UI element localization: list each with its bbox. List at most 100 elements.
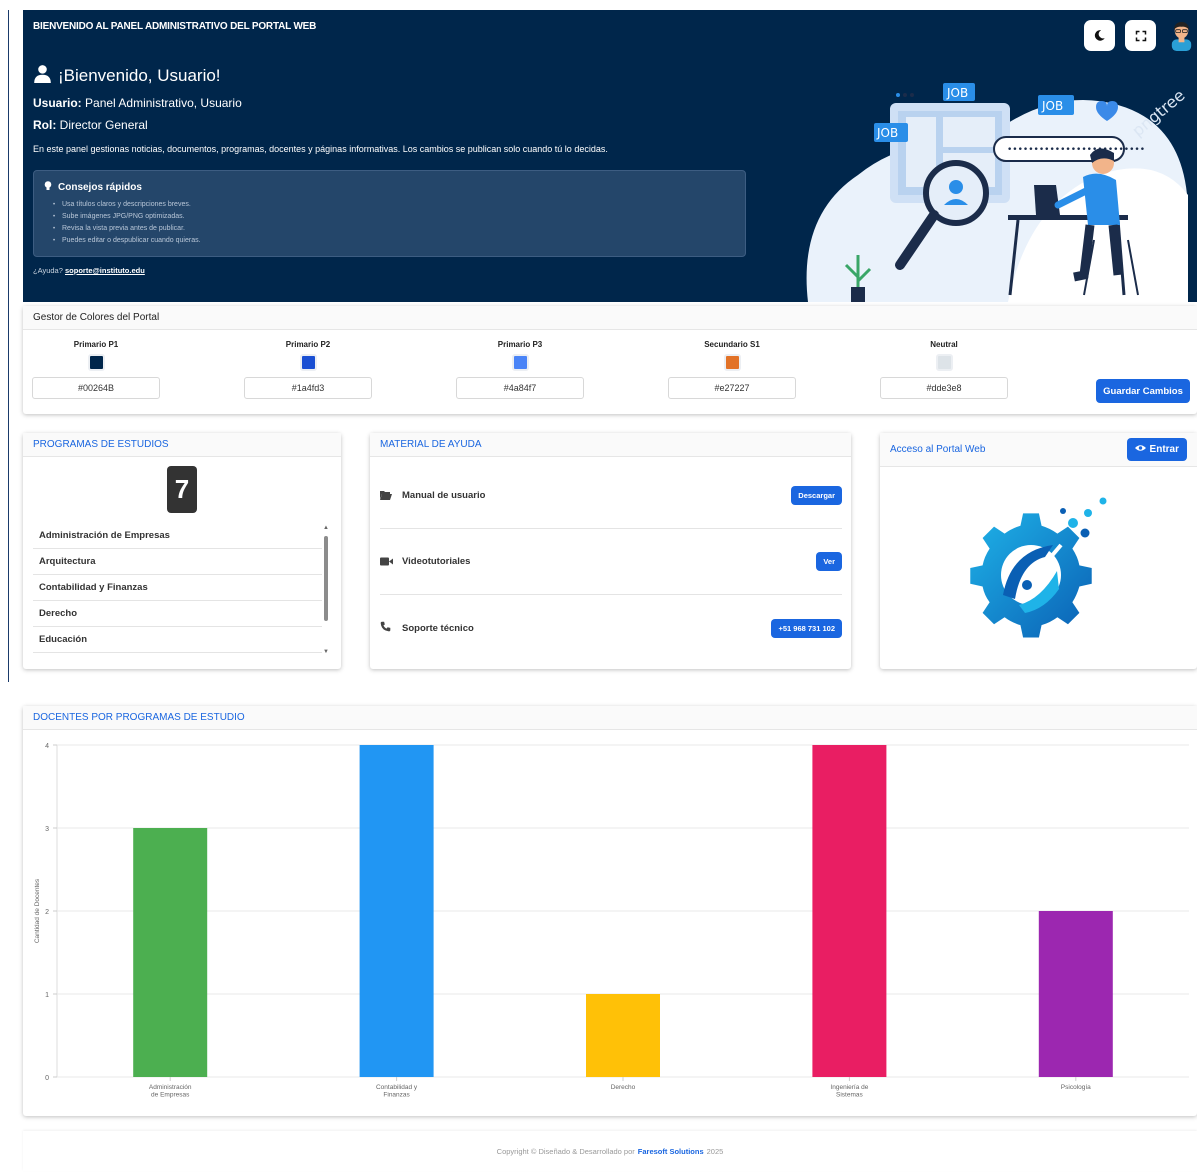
user-avatar[interactable]	[1166, 20, 1197, 51]
x-tick-label: Administración	[149, 1084, 192, 1091]
copyright-text: Copyright © Diseñado & Desarrollado por	[496, 1146, 635, 1156]
list-item[interactable]: Contabilidad y Finanzas	[33, 575, 322, 601]
fullscreen-icon[interactable]	[1125, 20, 1156, 51]
y-tick-label: 0	[45, 1075, 49, 1082]
programs-scrollbar[interactable]: ▲ ▼	[323, 525, 329, 655]
swatch-primary-p1: Primario P1 #00264B	[32, 340, 160, 399]
teachers-chart-card: DOCENTES POR PROGRAMAS DE ESTUDIO 0 1 2 3 4 C…	[23, 706, 1197, 1116]
chart-bar	[133, 828, 208, 1077]
x-tick-label: Sistemas	[836, 1092, 863, 1099]
swatch-label: Neutral	[930, 340, 958, 349]
lightbulb-icon	[44, 181, 52, 194]
color-picker[interactable]	[935, 354, 953, 371]
list-item[interactable]: Arquitectura	[33, 549, 322, 575]
list-item[interactable]: Derecho	[33, 601, 322, 627]
y-tick-label: 2	[45, 909, 49, 916]
chart-bar	[359, 745, 434, 1077]
scroll-down-icon[interactable]: ▼	[323, 649, 329, 655]
teachers-bar-chart: 0 1 2 3 4 Cantidad de Docentes Administraciónd…	[34, 743, 1189, 1099]
material-row-support: Soporte técnico +51 968 731 102	[380, 595, 842, 661]
programs-card: PROGRAMAS DE ESTUDIOS 7 Administración d…	[23, 433, 341, 669]
portal-access-card: Acceso al Portal Web Entrar	[880, 433, 1197, 669]
scroll-up-icon[interactable]: ▲	[323, 525, 329, 531]
hex-input[interactable]: #4a84f7	[456, 377, 584, 399]
list-item[interactable]: Administración de Empresas	[33, 523, 322, 549]
job-tag: JOB	[1041, 99, 1063, 113]
help-material-card: MATERIAL DE AYUDA Manual de usuario Desc…	[370, 433, 851, 669]
save-changes-button[interactable]: Guardar Cambios	[1096, 379, 1190, 403]
y-tick-label: 3	[45, 826, 49, 833]
user-label: Usuario:	[33, 96, 82, 110]
programs-count-badge: 7	[167, 466, 197, 513]
scroll-thumb[interactable]	[324, 536, 328, 621]
folder-open-icon	[380, 489, 402, 503]
hex-input[interactable]: #1a4fd3	[244, 377, 372, 399]
hex-input[interactable]: #dde3e8	[880, 377, 1008, 399]
list-item[interactable]: Educación	[33, 627, 322, 653]
view-button[interactable]: Ver	[816, 552, 842, 571]
x-tick-label: de Empresas	[151, 1092, 190, 1099]
copyright-year: 2025	[706, 1146, 724, 1156]
y-tick-label: 1	[45, 992, 49, 999]
programs-title: PROGRAMAS DE ESTUDIOS	[23, 433, 341, 457]
welcome-text: ¡Bienvenido, Usuario!	[58, 66, 221, 85]
swatch-primary-p3: Primario P3 #4a84f7	[456, 340, 584, 399]
chart-title: DOCENTES POR PROGRAMAS DE ESTUDIO	[23, 706, 1197, 730]
role-label: Rol:	[33, 118, 57, 132]
job-search-illustration: •••••••••••••••••••••••••• JOB JOB JOB p…	[806, 83, 1188, 302]
x-tick-label: Finanzas	[383, 1092, 410, 1099]
user-value: Panel Administrativo, Usuario	[85, 96, 242, 110]
phone-icon	[380, 621, 402, 635]
material-title: MATERIAL DE AYUDA	[370, 433, 851, 457]
color-picker[interactable]	[723, 354, 741, 371]
chart-bar	[586, 994, 660, 1077]
company-link[interactable]: Faresoft Solutions	[638, 1147, 704, 1156]
welcome-heading: ¡Bienvenido, Usuario!	[33, 64, 221, 88]
job-tag: JOB	[946, 86, 968, 100]
panel-title: BIENVENIDO AL PANEL ADMINISTRATIVO DEL P…	[33, 21, 317, 32]
hex-input[interactable]: #e27227	[668, 377, 796, 399]
support-phone-button[interactable]: +51 968 731 102	[771, 618, 842, 638]
material-label: Manual de usuario	[402, 490, 486, 501]
search-box-text: ••••••••••••••••••••••••••	[1007, 145, 1145, 155]
x-tick-label: Ingeniería de	[830, 1084, 868, 1091]
enter-portal-button[interactable]: Entrar	[1126, 438, 1187, 461]
x-tick-label: Derecho	[611, 1084, 636, 1091]
support-email-link[interactable]: soporte@instituto.edu	[65, 266, 145, 275]
hex-input[interactable]: #00264B	[32, 377, 160, 399]
eye-icon	[1134, 444, 1146, 455]
color-manager-card: Gestor de Colores del Portal Primario P1…	[23, 306, 1197, 414]
swatch-secondary-s1: Secundario S1 #e27227	[668, 340, 796, 399]
tip-item: Sube imágenes JPG/PNG optimizadas.	[53, 211, 735, 223]
moon-icon[interactable]	[1084, 20, 1115, 51]
tip-item: Revisa la vista previa antes de publicar…	[53, 223, 735, 235]
color-picker[interactable]	[299, 354, 317, 371]
panel-description: En este panel gestionas noticias, docume…	[33, 144, 608, 154]
swatch-label: Primario P3	[497, 340, 543, 349]
download-button[interactable]: Descargar	[791, 486, 842, 505]
color-picker[interactable]	[511, 354, 529, 371]
color-manager-title: Gestor de Colores del Portal	[23, 306, 1197, 330]
portal-gear-logo	[970, 497, 1107, 638]
color-picker[interactable]	[87, 354, 105, 371]
material-label: Videotutoriales	[402, 556, 471, 567]
role-info: Rol: Director General	[33, 118, 148, 132]
y-tick-label: 4	[45, 743, 49, 750]
tip-item: Usa títulos claros y descripciones breve…	[53, 199, 735, 211]
enter-label: Entrar	[1149, 444, 1179, 455]
user-info: Usuario: Panel Administrativo, Usuario	[33, 96, 242, 110]
chart-bar	[812, 745, 887, 1077]
role-value: Director General	[59, 118, 148, 132]
tips-title: Consejos rápidos	[44, 181, 735, 194]
help-text: ¿Ayuda?	[33, 266, 63, 275]
programs-list: Administración de Empresas Arquitectura …	[33, 523, 322, 653]
user-icon	[33, 64, 52, 88]
material-row-manual: Manual de usuario Descargar	[380, 463, 842, 529]
page-left-border	[8, 10, 9, 682]
swatch-label: Secundario S1	[704, 340, 760, 349]
material-label: Soporte técnico	[402, 622, 474, 634]
tips-list: Usa títulos claros y descripciones breve…	[44, 199, 735, 247]
portal-header: Acceso al Portal Web Entrar	[880, 433, 1197, 467]
page-footer: Copyright © Diseñado & Desarrollado por …	[23, 1131, 1197, 1171]
job-tag: JOB	[876, 126, 898, 140]
